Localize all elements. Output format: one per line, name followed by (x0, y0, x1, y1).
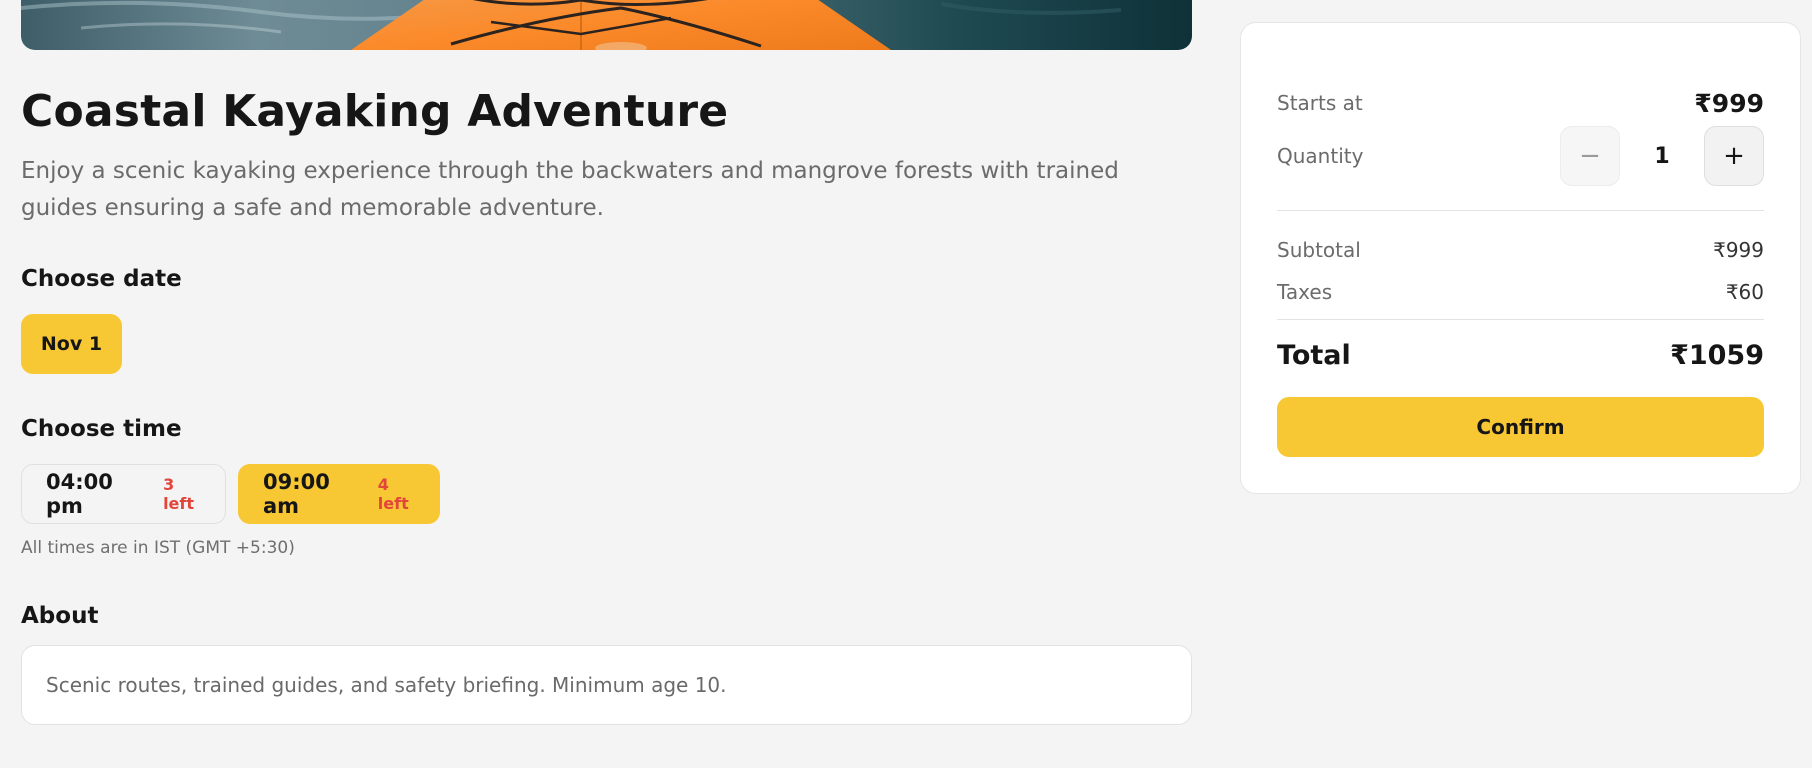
taxes-row: Taxes ₹60 (1277, 277, 1764, 307)
subtotal-label: Subtotal (1277, 238, 1361, 262)
subtotal-row: Subtotal ₹999 (1277, 235, 1764, 265)
starts-at-row: Starts at ₹999 (1277, 83, 1764, 123)
starts-at-label: Starts at (1277, 91, 1363, 115)
kayak-photo (21, 0, 1192, 50)
confirm-button[interactable]: Confirm (1277, 397, 1764, 457)
about-heading: About (21, 603, 99, 629)
divider (1277, 210, 1764, 211)
choose-time-heading: Choose time (21, 416, 182, 442)
hero-image (21, 0, 1192, 50)
activity-description: Enjoy a scenic kayaking experience throu… (21, 158, 1119, 221)
about-box: Scenic routes, trained guides, and safet… (21, 645, 1192, 725)
plus-icon: + (1723, 141, 1745, 171)
time-option-time: 09:00 am (263, 470, 330, 518)
date-option-nov-1[interactable]: Nov 1 (21, 314, 122, 374)
booking-card: Starts at ₹999 Quantity − 1 + Subtotal ₹… (1240, 22, 1801, 494)
page-title: Coastal Kayaking Adventure (21, 86, 729, 137)
subtotal-value: ₹999 (1713, 238, 1764, 262)
taxes-label: Taxes (1277, 280, 1333, 304)
total-row: Total ₹1059 (1277, 335, 1764, 375)
decrease-quantity-button[interactable]: − (1560, 126, 1620, 186)
time-option-0900-am[interactable]: 09:00 am 4 left (238, 464, 440, 524)
quantity-row: Quantity − 1 + (1277, 126, 1764, 186)
choose-date-heading: Choose date (21, 266, 182, 292)
minus-icon: − (1579, 141, 1601, 171)
time-option-0400-pm[interactable]: 04:00 pm 3 left (21, 464, 226, 524)
date-option-label: Nov 1 (40, 333, 103, 355)
starts-at-price: ₹999 (1694, 88, 1764, 118)
divider (1277, 319, 1764, 320)
quantity-label: Quantity (1277, 144, 1364, 168)
about-text: Scenic routes, trained guides, and safet… (46, 673, 727, 697)
increase-quantity-button[interactable]: + (1704, 126, 1764, 186)
time-option-availability: 4 left (377, 475, 409, 513)
total-value: ₹1059 (1670, 339, 1764, 371)
quantity-stepper: − 1 + (1560, 126, 1764, 186)
total-label: Total (1277, 339, 1351, 371)
time-option-time: 04:00 pm (46, 470, 113, 518)
quantity-value: 1 (1654, 143, 1670, 169)
timezone-note: All times are in IST (GMT +5:30) (21, 538, 295, 558)
experience-page: Coastal Kayaking Adventure Enjoy a sceni… (0, 0, 1812, 768)
time-option-availability: 3 left (163, 475, 195, 513)
taxes-value: ₹60 (1725, 280, 1764, 304)
